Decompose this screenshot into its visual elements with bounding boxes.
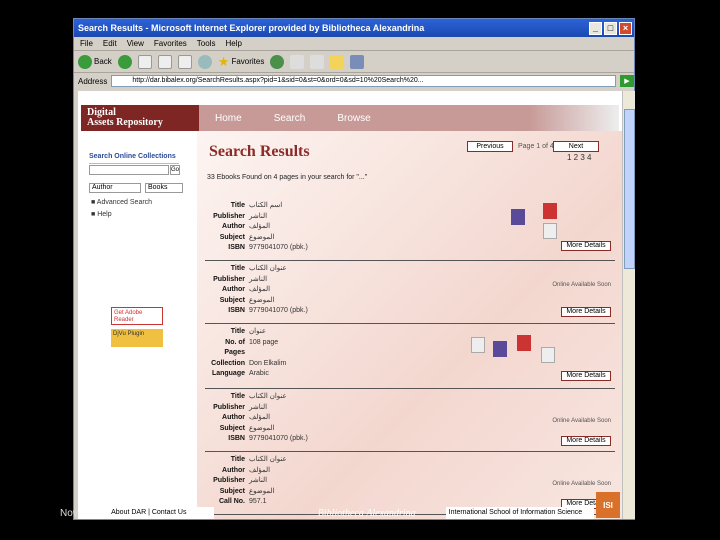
menu-bar: File Edit View Favorites Tools Help xyxy=(74,37,634,51)
go-button[interactable]: ▶ xyxy=(620,75,634,87)
slide-footer: Nov About DAR | Contact Us Bibliotheca A… xyxy=(60,506,632,520)
scrollbar-thumb[interactable] xyxy=(624,109,635,269)
address-label: Address xyxy=(78,76,108,86)
menu-tools[interactable]: Tools xyxy=(197,39,216,48)
menu-help[interactable]: Help xyxy=(225,39,241,48)
html-icon[interactable] xyxy=(541,347,555,363)
browser-window: Search Results - Microsoft Internet Expl… xyxy=(73,18,635,520)
search-input[interactable] xyxy=(89,165,169,175)
results-count: 33 Ebooks Found on 4 pages in your searc… xyxy=(207,174,368,181)
menu-favorites[interactable]: Favorites xyxy=(154,39,187,48)
close-button[interactable]: × xyxy=(619,21,632,35)
djvu-icon[interactable] xyxy=(493,341,507,357)
menu-view[interactable]: View xyxy=(127,39,144,48)
availability-note: Online Available Soon xyxy=(552,282,611,288)
more-details-button[interactable]: More Details xyxy=(561,307,611,317)
image-icon[interactable] xyxy=(471,337,485,353)
print-button[interactable] xyxy=(310,54,325,69)
help-link[interactable]: ■ Help xyxy=(91,211,112,218)
refresh-button[interactable] xyxy=(157,54,172,69)
menu-file[interactable]: File xyxy=(80,39,93,48)
availability-note: Online Available Soon xyxy=(552,481,611,487)
folder-icon[interactable] xyxy=(330,54,345,69)
isi-logo: ISI xyxy=(596,492,620,518)
page-numbers[interactable]: 1 2 3 4 xyxy=(567,153,591,162)
stop-button[interactable] xyxy=(137,54,152,69)
search-go-button[interactable]: Go xyxy=(170,165,180,175)
forward-button[interactable] xyxy=(117,54,132,69)
previous-button[interactable]: Previous xyxy=(467,141,513,152)
page-title: Search Results xyxy=(209,143,310,160)
toolbar: Back ★ Favorites xyxy=(74,51,634,73)
availability-note: Online Available Soon xyxy=(552,418,611,424)
page-indicator: Page 1 of 4 xyxy=(518,143,554,150)
bibalex-logo xyxy=(529,105,619,131)
sidebar: Search Online Collections Go Author Book… xyxy=(81,131,197,519)
address-input[interactable]: http://dar.bibalex.org/SearchResults.asp… xyxy=(111,75,616,87)
more-details-button[interactable]: More Details xyxy=(561,436,611,446)
address-bar: Address http://dar.bibalex.org/SearchRes… xyxy=(74,73,634,89)
back-arrow-icon xyxy=(78,54,92,69)
next-button[interactable]: Next xyxy=(553,141,599,152)
search-button[interactable] xyxy=(197,54,212,69)
dar-logo[interactable]: Digital Assets Repository xyxy=(81,105,199,131)
search-collections-label: Search Online Collections xyxy=(89,153,176,160)
home-button[interactable] xyxy=(177,54,192,69)
footer-school: International School of Information Scie… xyxy=(445,507,594,519)
result-record: Title عنوان الكتاب Publisher الناشر Author… xyxy=(205,392,615,452)
vertical-scrollbar[interactable] xyxy=(622,91,635,519)
more-details-button[interactable]: More Details xyxy=(561,241,611,251)
mail-button[interactable] xyxy=(290,54,305,69)
menu-edit[interactable]: Edit xyxy=(103,39,117,48)
advanced-search-link[interactable]: ■ Advanced Search xyxy=(91,199,152,206)
divider xyxy=(89,163,179,164)
window-title: Search Results - Microsoft Internet Expl… xyxy=(78,23,425,33)
pdf-icon[interactable] xyxy=(517,335,531,351)
html-icon[interactable] xyxy=(543,223,557,239)
nav-search[interactable]: Search xyxy=(258,113,322,124)
result-record: Title عنوان No. of 108 page Pages Collecti… xyxy=(205,327,615,389)
footer-org: Bibliotheca Alexandrina xyxy=(317,507,416,519)
title-bar: Search Results - Microsoft Internet Expl… xyxy=(74,19,634,37)
back-button[interactable]: Back xyxy=(78,54,112,69)
djvu-plugin-badge[interactable]: DjVu Plugin xyxy=(111,329,163,347)
about-contact-links[interactable]: About DAR | Contact Us xyxy=(83,507,214,519)
nav-browse[interactable]: Browse xyxy=(321,113,386,124)
history-button[interactable] xyxy=(270,54,285,69)
nav-home[interactable]: Home xyxy=(199,113,258,124)
adobe-reader-badge[interactable]: Get Adobe Reader xyxy=(111,307,163,325)
result-record: Title اسم الكتاب Publisher الناشر Author ال… xyxy=(205,201,615,261)
minimize-button[interactable]: _ xyxy=(589,21,602,35)
more-details-button[interactable]: More Details xyxy=(561,371,611,381)
pdf-icon[interactable] xyxy=(543,203,557,219)
footer-date: Nov xyxy=(60,507,78,519)
results-panel: Search Results Previous Page 1 of 4 Next… xyxy=(197,131,622,519)
star-icon: ★ xyxy=(217,53,230,69)
page-content: Digital Assets Repository Home Search Br… xyxy=(78,91,622,519)
maximize-button[interactable]: □ xyxy=(604,21,617,35)
messenger-icon[interactable] xyxy=(350,54,365,69)
type-select[interactable]: Books xyxy=(145,183,183,193)
field-select[interactable]: Author xyxy=(89,183,141,193)
favorites-button[interactable]: ★ Favorites xyxy=(218,54,265,70)
result-record: Title عنوان الكتاب Publisher الناشر Author… xyxy=(205,264,615,324)
site-header: Digital Assets Repository Home Search Br… xyxy=(81,105,619,131)
djvu-icon[interactable] xyxy=(511,209,525,225)
